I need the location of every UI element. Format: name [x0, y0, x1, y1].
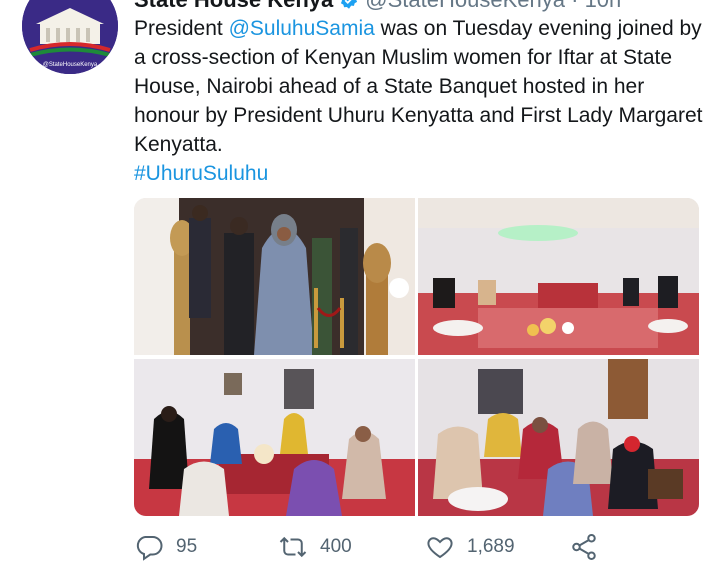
tweet-text-intro: President — [134, 17, 229, 40]
photo-1[interactable] — [134, 198, 415, 355]
share-button[interactable] — [569, 532, 611, 562]
retweet-icon — [279, 536, 307, 558]
reply-count: 95 — [176, 536, 198, 557]
profile-avatar[interactable]: @StateHouseKenya — [22, 0, 118, 74]
like-icon — [427, 537, 453, 559]
avatar-caption: @StateHouseKenya — [43, 62, 98, 68]
photo-2[interactable] — [418, 198, 699, 355]
hashtag-link[interactable]: #UhuruSuluhu — [134, 162, 268, 185]
tweet-actions: 95 400 1,689 — [134, 532, 694, 568]
photo-4[interactable] — [418, 359, 699, 516]
share-icon — [572, 534, 596, 560]
reply-icon — [136, 536, 163, 561]
photo-3[interactable] — [134, 359, 415, 516]
tweet-header: State House Kenya @StateHouseKenya · 10h — [134, 0, 621, 13]
separator-dot: · — [571, 0, 578, 12]
tweet-timestamp[interactable]: 10h — [585, 0, 622, 12]
reply-button[interactable]: 95 — [134, 532, 197, 562]
retweet-button[interactable]: 400 — [278, 532, 352, 562]
account-name[interactable]: State House Kenya — [134, 0, 333, 12]
like-count: 1,689 — [467, 536, 515, 557]
account-handle[interactable]: @StateHouseKenya — [365, 0, 565, 12]
like-button[interactable]: 1,689 — [425, 532, 515, 562]
mention-link[interactable]: @SuluhuSamia — [229, 17, 375, 40]
tweet-text: President @SuluhuSamia was on Tuesday ev… — [134, 14, 704, 188]
media-grid — [134, 198, 699, 516]
retweet-count: 400 — [320, 536, 352, 557]
state-house-logo: @StateHouseKenya — [22, 0, 118, 74]
verified-badge-icon — [341, 0, 358, 9]
